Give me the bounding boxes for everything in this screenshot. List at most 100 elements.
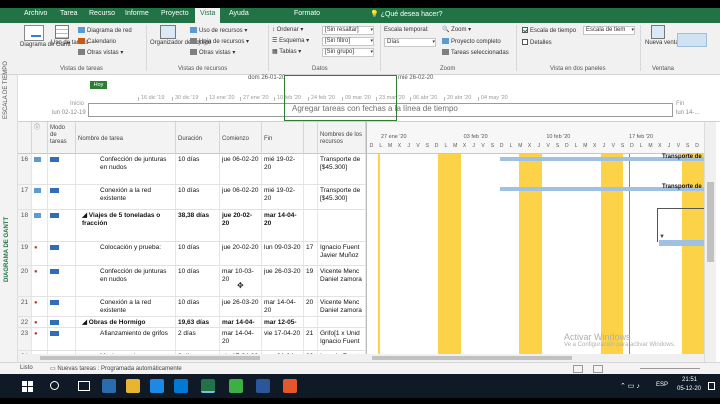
cell-comienzo[interactable]: jue 20-02-20: [220, 242, 262, 265]
cell-nombre[interactable]: ◢ Obras de Hormigo: [76, 317, 176, 327]
grid-horizontal-scrollbar[interactable]: [18, 354, 366, 362]
tab-vista[interactable]: Vista: [195, 8, 221, 23]
column-header-predecesoras[interactable]: [304, 122, 318, 154]
cell-pred[interactable]: [304, 185, 318, 209]
task-mode-cell[interactable]: [48, 328, 76, 350]
cell-nombre[interactable]: Confección de junturas en nudos: [76, 154, 176, 184]
cell-pred[interactable]: [304, 154, 318, 184]
tray-icons[interactable]: ⌃ ▭ ♪: [620, 382, 640, 390]
cell-comienzo[interactable]: jue 06-02-20: [220, 185, 262, 209]
cell-pred[interactable]: 20: [304, 297, 318, 316]
cell-duracion[interactable]: 19,63 días: [176, 317, 220, 327]
cell-fin[interactable]: mar 12-05-20: [262, 317, 304, 327]
notification-icon[interactable]: [708, 382, 715, 390]
tab-formato[interactable]: Formato: [294, 10, 320, 17]
cell-recursos[interactable]: Transporte de [$45.300]: [318, 185, 366, 209]
cell-pred[interactable]: [304, 317, 318, 327]
row-indicator-cell[interactable]: ●: [32, 317, 48, 327]
uso-tareas-button[interactable]: Uso de tareas: [51, 25, 88, 47]
column-header-indicators[interactable]: ⓘ: [32, 122, 48, 154]
project-app-icon[interactable]: [201, 379, 215, 393]
tab-recurso[interactable]: Recurso: [89, 10, 115, 17]
row-indicator-cell[interactable]: [32, 154, 48, 184]
cell-recursos[interactable]: Grifo[1 x Unid Ignacio Fuent: [318, 328, 366, 350]
row-indicator-cell[interactable]: [32, 210, 48, 241]
scroll-thumb[interactable]: [372, 356, 572, 360]
table-row[interactable]: 23 ● Afianzamiento de grifos 2 días mar 14-0…: [18, 328, 366, 351]
cell-fin[interactable]: mié 19-02-20: [262, 154, 304, 184]
tareas-seleccionadas-button[interactable]: Tareas seleccionadas: [442, 49, 509, 57]
store-icon[interactable]: [150, 379, 164, 393]
zoom-slider[interactable]: [640, 368, 700, 369]
cell-recursos[interactable]: [318, 317, 366, 327]
row-indicator-cell[interactable]: ●: [32, 242, 48, 265]
table-row[interactable]: 20 ● Confección de junturas en nudos 10 día…: [18, 266, 366, 297]
cell-id[interactable]: 19: [18, 242, 32, 265]
gantt-bar-task-19[interactable]: [659, 240, 704, 246]
column-header-fin[interactable]: Fin: [262, 122, 304, 154]
cell-id[interactable]: 21: [18, 297, 32, 316]
cell-id[interactable]: 22: [18, 317, 32, 327]
cell-duracion[interactable]: 2 días: [176, 328, 220, 350]
cell-nombre[interactable]: Conexión a la red existente: [76, 185, 176, 209]
cell-fin[interactable]: jue 26-03-20: [262, 266, 304, 296]
filter-dropdown[interactable]: [Sin filtro] ▾: [322, 37, 374, 46]
task-mode-cell[interactable]: [48, 154, 76, 184]
cell-comienzo[interactable]: mar 14-04-20: [220, 328, 262, 350]
cell-pred[interactable]: 17: [304, 242, 318, 265]
cell-nombre[interactable]: ◢ Viajes de 5 toneladas o fracción: [76, 210, 176, 241]
proyecto-completo-button[interactable]: Proyecto completo: [442, 38, 501, 46]
timescale-dropdown[interactable]: Días ▾: [384, 38, 436, 47]
arrange-all-button[interactable]: [677, 33, 707, 47]
column-header-comienzo[interactable]: Comienzo: [220, 122, 262, 154]
cell-comienzo[interactable]: jue 26-03-20: [220, 297, 262, 316]
task-mode-cell[interactable]: [48, 210, 76, 241]
column-header-duracion[interactable]: Duración: [176, 122, 220, 154]
vertical-scrollbar[interactable]: [704, 122, 716, 362]
cell-duracion[interactable]: 10 días: [176, 242, 220, 265]
cell-fin[interactable]: mié 19-02-20: [262, 185, 304, 209]
task-mode-cell[interactable]: [48, 185, 76, 209]
tab-informe[interactable]: Informe: [125, 10, 149, 17]
cell-id[interactable]: 16: [18, 154, 32, 184]
cell-fin[interactable]: lun 09-03-20: [262, 242, 304, 265]
otras-vistas-button[interactable]: Otras vistas ▾: [78, 49, 123, 57]
cell-duracion[interactable]: 10 días: [176, 266, 220, 296]
row-indicator-cell[interactable]: ●: [32, 297, 48, 316]
task-usage-shortcut[interactable]: [593, 365, 603, 373]
clock-date[interactable]: 05-12-20: [677, 386, 701, 392]
cell-recursos[interactable]: Vicente Menc Daniel zamora: [318, 266, 366, 296]
task-view-icon[interactable]: [78, 381, 90, 391]
task-mode-cell[interactable]: [48, 317, 76, 327]
table-row[interactable]: 19 ● Colocación y prueba: 10 días jue 20-02-…: [18, 242, 366, 266]
cell-duracion[interactable]: 10 días: [176, 154, 220, 184]
tab-ayuda[interactable]: Ayuda: [229, 10, 249, 17]
hoja-recursos-button[interactable]: Hoja de recursos ▾: [190, 38, 249, 46]
task-mode-cell[interactable]: [48, 266, 76, 296]
gantt-view-shortcut[interactable]: [573, 365, 583, 373]
mail-icon[interactable]: [174, 379, 188, 393]
cell-duracion[interactable]: 10 días: [176, 185, 220, 209]
nueva-ventana-button[interactable]: Nueva ventana: [645, 25, 685, 47]
search-tell-me[interactable]: 💡 ¿Qué desea hacer?: [370, 10, 443, 18]
table-row[interactable]: 17 Conexión a la red existente 10 días jue …: [18, 185, 366, 210]
diagrama-red-button[interactable]: Diagrama de red: [78, 27, 132, 35]
cell-nombre[interactable]: Afianzamiento de grifos: [76, 328, 176, 350]
cell-id[interactable]: 23: [18, 328, 32, 350]
scroll-thumb[interactable]: [40, 356, 260, 360]
group-dropdown[interactable]: [Sin grupo] ▾: [322, 48, 374, 57]
task-mode-cell[interactable]: [48, 242, 76, 265]
detalles-checkbox[interactable]: Detalles: [522, 39, 552, 47]
file-explorer-icon[interactable]: [126, 379, 140, 393]
column-header-id[interactable]: [18, 122, 32, 154]
language-indicator[interactable]: ESP: [656, 382, 668, 388]
cell-nombre[interactable]: Confección de junturas en nudos: [76, 266, 176, 296]
cell-id[interactable]: 20: [18, 266, 32, 296]
cell-pred[interactable]: 21: [304, 328, 318, 350]
cell-recursos[interactable]: Vicente Menc Daniel zamora: [318, 297, 366, 316]
windows-start-icon[interactable]: [22, 381, 33, 392]
uso-recursos-button[interactable]: Uso de recursos ▾: [190, 27, 247, 35]
cell-duracion[interactable]: 38,38 días: [176, 210, 220, 241]
tablas-button[interactable]: ▦ Tablas ▾: [272, 49, 301, 56]
table-row[interactable]: 21 ● Conexión a la red existente 10 días jue…: [18, 297, 366, 317]
